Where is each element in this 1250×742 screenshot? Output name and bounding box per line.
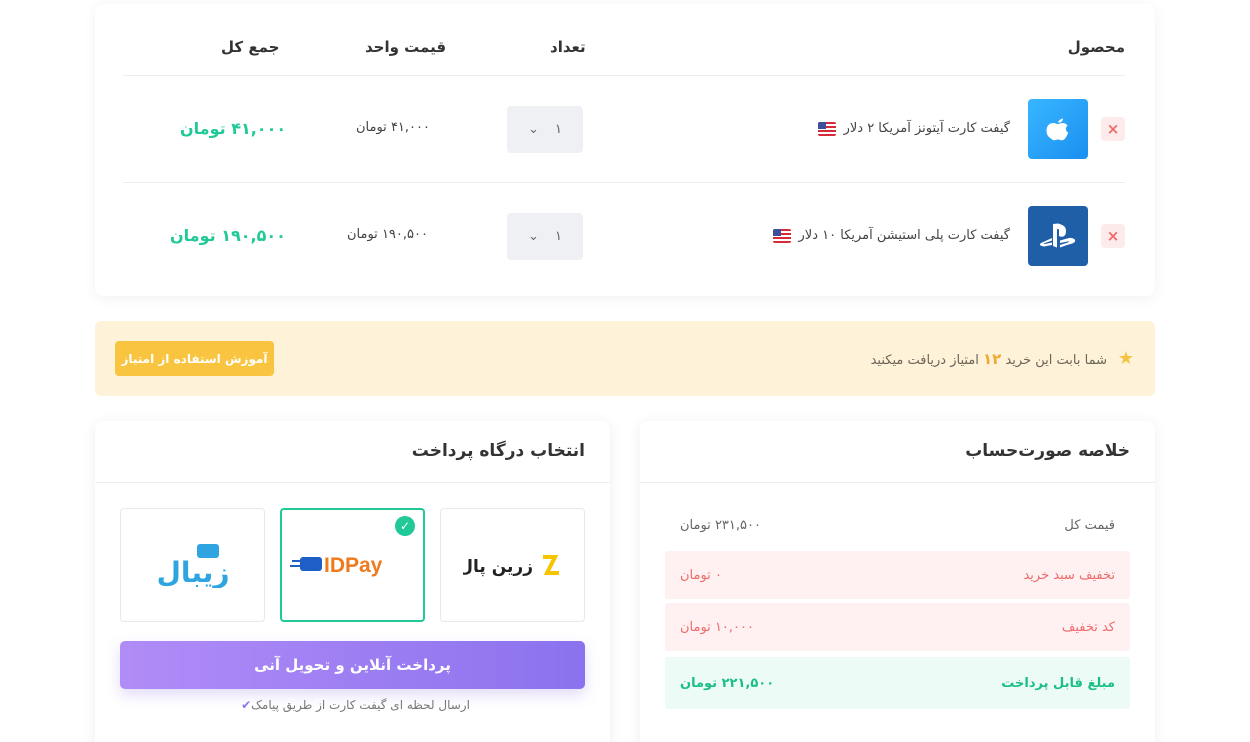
summary-row-coupon: کد تخفیف ۱۰,۰۰۰ تومان [665, 603, 1130, 651]
us-flag-icon [772, 228, 791, 243]
zibal-logo-icon: زیبال [156, 544, 229, 588]
summary-row-payable: مبلغ قابل پرداخت ۲۲۱,۵۰۰ تومان [665, 657, 1130, 709]
header-quantity: تعداد [550, 38, 586, 56]
header-product: محصول [1067, 38, 1125, 56]
total-price: ۱۹۰,۵۰۰ تومان [170, 226, 286, 245]
gateway-option-zibal[interactable]: زیبال [120, 508, 265, 622]
invoice-summary-card: خلاصه صورت‌حساب قیمت کل ۲۳۱,۵۰۰ تومان تخ… [640, 421, 1155, 742]
points-guide-button[interactable]: آموزش استفاده از امتیاز [115, 341, 274, 376]
unit-price: ۱۹۰,۵۰۰ تومان [347, 227, 428, 242]
points-message: شما بابت این خرید ۱۲ امتیاز دریافت میکنی… [870, 350, 1107, 368]
points-banner: ★ شما بابت این خرید ۱۲ امتیاز دریافت میک… [95, 321, 1155, 396]
row-divider [123, 182, 1125, 183]
quantity-value: ۱ [554, 229, 562, 244]
remove-item-button[interactable]: × [1101, 224, 1125, 248]
product-name: گیفت کارت آیتونز آمریکا ۲ دلار [817, 121, 1010, 136]
gateway-title: انتخاب درگاه پرداخت [411, 441, 585, 461]
sms-delivery-note: ارسال لحظه ای گیفت کارت از طریق پیامک✔ [241, 698, 470, 712]
zarinpal-logo-icon: زرین پال [463, 555, 559, 577]
chevron-down-icon: ⌄ [528, 122, 539, 137]
header-divider [123, 75, 1125, 76]
card-divider [95, 482, 610, 483]
header-total: جمع کل [221, 38, 280, 56]
chevron-down-icon: ⌄ [528, 229, 539, 244]
quantity-select[interactable]: ⌄ ۱ [507, 213, 583, 260]
unit-price: ۴۱,۰۰۰ تومان [356, 120, 430, 135]
us-flag-icon [817, 121, 836, 136]
card-divider [640, 482, 1155, 483]
checkmark-icon: ✓ [395, 516, 415, 536]
payment-gateway-card: انتخاب درگاه پرداخت زرین پال ✓ IDPay زیب… [95, 421, 610, 742]
apple-logo-icon [1028, 99, 1088, 159]
total-price: ۴۱,۰۰۰ تومان [180, 119, 287, 138]
check-icon: ✔ [241, 698, 252, 712]
cart-table: محصول تعداد قیمت واحد جمع کل × گیفت کارت… [95, 4, 1155, 296]
product-name: گیفت کارت پلی استیشن آمریکا ۱۰ دلار [772, 228, 1010, 243]
playstation-logo-icon [1028, 206, 1088, 266]
pay-online-button[interactable]: پرداخت آنلاین و تحویل آنی [120, 641, 585, 689]
quantity-select[interactable]: ⌄ ۱ [507, 106, 583, 153]
summary-row-cart-discount: تخفیف سبد خرید ۰ تومان [665, 551, 1130, 599]
svg-text:IDPay: IDPay [324, 554, 383, 577]
points-value: ۱۲ [983, 350, 1002, 368]
header-unit-price: قیمت واحد [365, 38, 447, 56]
summary-title: خلاصه صورت‌حساب [965, 441, 1130, 461]
idpay-logo-icon: IDPay [290, 554, 383, 577]
svg-text:زرین پال: زرین پال [463, 557, 533, 577]
remove-item-button[interactable]: × [1101, 117, 1125, 141]
star-icon: ★ [1117, 348, 1134, 369]
gateway-option-zarinpal[interactable]: زرین پال [440, 508, 585, 622]
quantity-value: ۱ [554, 122, 562, 137]
svg-text:زیبال: زیبال [156, 556, 229, 588]
summary-row-total: قیمت کل ۲۳۱,۵۰۰ تومان [680, 517, 1115, 533]
gateway-option-idpay[interactable]: ✓ IDPay [280, 508, 425, 622]
